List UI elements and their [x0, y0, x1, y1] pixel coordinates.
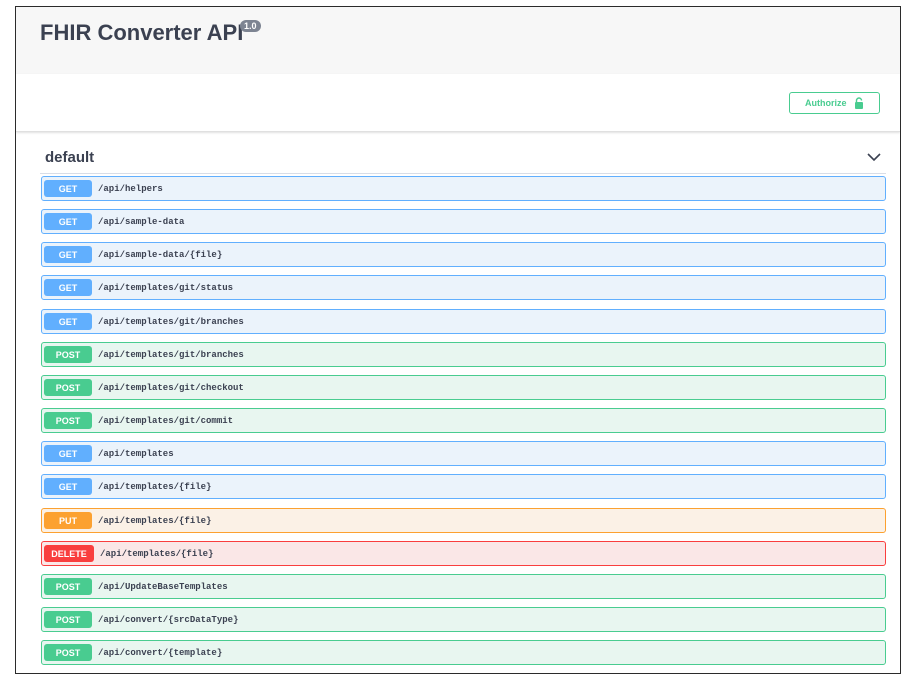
method-badge: PUT: [44, 512, 92, 529]
operation-get-row[interactable]: GET/api/sample-data/{file}: [41, 242, 886, 267]
endpoint-path: /api/templates/git/checkout: [98, 382, 244, 393]
endpoint-path: /api/templates/{file}: [100, 548, 214, 559]
swagger-page: FHIR Converter API 1.0 Authorize default…: [15, 6, 901, 674]
method-badge: POST: [44, 644, 92, 661]
method-badge: GET: [44, 213, 92, 230]
chevron-down-icon[interactable]: [867, 152, 881, 162]
endpoint-path: /api/convert/{template}: [98, 647, 223, 658]
endpoint-path: /api/sample-data: [98, 216, 185, 227]
method-badge: GET: [44, 279, 92, 296]
operation-post-row[interactable]: POST/api/templates/git/branches: [41, 342, 886, 367]
method-badge: GET: [44, 180, 92, 197]
scheme-container: Authorize: [16, 74, 900, 132]
method-badge: GET: [44, 478, 92, 495]
operation-get-row[interactable]: GET/api/templates/{file}: [41, 474, 886, 499]
tag-section-header[interactable]: default: [40, 144, 886, 174]
method-badge: GET: [44, 445, 92, 462]
operation-post-row[interactable]: POST/api/templates/git/checkout: [41, 375, 886, 400]
endpoint-path: /api/templates/{file}: [98, 515, 212, 526]
endpoint-path: /api/UpdateBaseTemplates: [98, 581, 228, 592]
method-badge: POST: [44, 611, 92, 628]
operation-get-row[interactable]: GET/api/sample-data: [41, 209, 886, 234]
method-badge: GET: [44, 313, 92, 330]
endpoint-path: /api/convert/{srcDataType}: [98, 614, 239, 625]
operation-delete-row[interactable]: DELETE/api/templates/{file}: [41, 541, 886, 566]
method-badge: DELETE: [44, 545, 94, 562]
method-badge: POST: [44, 578, 92, 595]
version-badge: 1.0: [240, 20, 261, 32]
endpoint-path: /api/templates/git/status: [98, 282, 234, 293]
page-title: FHIR Converter API: [40, 20, 244, 45]
endpoint-path: /api/templates/{file}: [98, 481, 212, 492]
operation-post-row[interactable]: POST/api/convert/{template}: [41, 640, 886, 665]
authorize-label: Authorize: [805, 98, 847, 108]
operation-get-row[interactable]: GET/api/templates/git/status: [41, 275, 886, 300]
operation-post-row[interactable]: POST/api/UpdateBaseTemplates: [41, 574, 886, 599]
endpoint-path: /api/helpers: [98, 183, 163, 194]
method-badge: POST: [44, 412, 92, 429]
lock-icon: [855, 97, 863, 109]
method-badge: POST: [44, 346, 92, 363]
operation-post-row[interactable]: POST/api/convert/{srcDataType}: [41, 607, 886, 632]
authorize-button[interactable]: Authorize: [789, 92, 880, 114]
operation-put-row[interactable]: PUT/api/templates/{file}: [41, 508, 886, 533]
method-badge: POST: [44, 379, 92, 396]
tag-name: default: [45, 149, 95, 166]
info-header: FHIR Converter API 1.0: [16, 7, 900, 74]
operation-get-row[interactable]: GET/api/helpers: [41, 176, 886, 201]
operation-get-row[interactable]: GET/api/templates: [41, 441, 886, 466]
method-badge: GET: [44, 246, 92, 263]
operation-post-row[interactable]: POST/api/templates/git/commit: [41, 408, 886, 433]
endpoint-path: /api/templates/git/branches: [98, 316, 244, 327]
operation-get-row[interactable]: GET/api/templates/git/branches: [41, 309, 886, 334]
endpoint-path: /api/templates/git/commit: [98, 415, 234, 426]
endpoint-path: /api/templates/git/branches: [98, 349, 244, 360]
endpoint-path: /api/templates: [98, 448, 174, 459]
endpoint-path: /api/sample-data/{file}: [98, 249, 223, 260]
